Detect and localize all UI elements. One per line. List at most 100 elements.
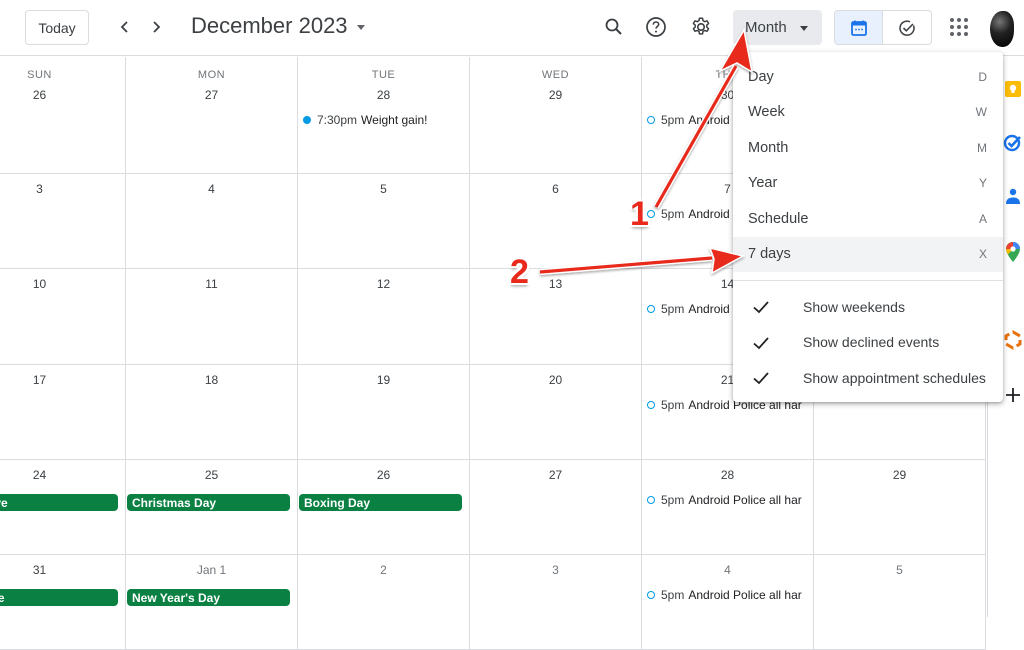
avatar[interactable] — [990, 11, 1014, 47]
event-time: 5pm — [661, 398, 685, 412]
help-button[interactable] — [641, 12, 671, 42]
menu-item-day[interactable]: Day D — [733, 59, 1003, 95]
addon-icon[interactable] — [1003, 330, 1023, 350]
day-number[interactable]: Jan 1 — [126, 563, 297, 577]
menu-divider — [733, 280, 1003, 281]
day-number[interactable]: 28 — [298, 88, 469, 102]
day-number[interactable]: 4 — [126, 182, 297, 196]
day-cell[interactable]: SUN 26 — [0, 57, 126, 174]
day-number[interactable]: 29 — [470, 88, 641, 102]
day-number[interactable]: 27 — [126, 88, 297, 102]
all-day-event[interactable]: Boxing Day — [299, 494, 462, 511]
day-number[interactable]: 11 — [126, 277, 297, 291]
calendar-event[interactable]: 5pm Android Police all har — [647, 491, 811, 509]
menu-option-show-appointment-schedules[interactable]: Show appointment schedules — [733, 360, 1003, 396]
day-cell[interactable]: 17 — [0, 365, 126, 460]
apps-grid-icon[interactable] — [948, 16, 970, 38]
menu-item-label: Month — [748, 139, 789, 156]
day-number[interactable]: 5 — [298, 182, 469, 196]
shortcut-key: D — [978, 69, 987, 84]
menu-item-7-days[interactable]: 7 days X — [733, 236, 1003, 272]
settings-button[interactable] — [686, 12, 716, 42]
day-cell[interactable]: MON 27 — [126, 57, 298, 174]
day-number[interactable]: 3 — [470, 563, 641, 577]
maps-icon[interactable] — [1003, 242, 1023, 262]
day-number[interactable]: 31 — [0, 563, 125, 577]
menu-item-label: Schedule — [748, 210, 809, 227]
day-number[interactable]: 5 — [814, 563, 985, 577]
day-cell[interactable]: 6 — [470, 174, 642, 269]
calendar-toggle-button[interactable] — [835, 11, 884, 44]
menu-item-year[interactable]: Year Y — [733, 166, 1003, 202]
day-cell[interactable]: 4 5pm Android Police all har — [642, 555, 814, 650]
day-cell[interactable]: 2 — [298, 555, 470, 650]
day-number[interactable]: 25 — [126, 468, 297, 482]
day-cell[interactable]: 27 — [470, 460, 642, 555]
event-time: 5pm — [661, 207, 685, 221]
day-cell[interactable]: 28 5pm Android Police all har — [642, 460, 814, 555]
day-cell[interactable]: 25 Christmas Day — [126, 460, 298, 555]
day-number[interactable]: 3 — [0, 182, 125, 196]
day-number[interactable]: 12 — [298, 277, 469, 291]
day-number[interactable]: 13 — [470, 277, 641, 291]
day-cell[interactable]: 18 — [126, 365, 298, 460]
day-cell[interactable]: 24 mas Eve — [0, 460, 126, 555]
day-number[interactable]: 17 — [0, 373, 125, 387]
top-bar: Today December 2023 Month — [0, 0, 1024, 56]
day-cell[interactable]: 3 — [0, 174, 126, 269]
day-cell[interactable]: 26 Boxing Day — [298, 460, 470, 555]
day-cell[interactable]: 5 — [298, 174, 470, 269]
all-day-event[interactable]: ar's Eve — [0, 589, 118, 606]
day-cell[interactable]: 11 — [126, 269, 298, 365]
day-cell[interactable]: 12 — [298, 269, 470, 365]
day-number[interactable]: 26 — [0, 88, 125, 102]
menu-option-show-weekends[interactable]: Show weekends — [733, 289, 1003, 325]
day-cell[interactable]: 5 — [814, 555, 986, 650]
day-number[interactable]: 28 — [642, 468, 813, 482]
all-day-event[interactable]: mas Eve — [0, 494, 118, 511]
menu-item-week[interactable]: Week W — [733, 95, 1003, 131]
keep-icon[interactable] — [1003, 79, 1023, 99]
day-number[interactable]: 29 — [814, 468, 985, 482]
day-cell[interactable]: 29 — [814, 460, 986, 555]
day-cell[interactable]: TUE 28 7:30pm Weight gain! — [298, 57, 470, 174]
menu-item-month[interactable]: Month M — [733, 130, 1003, 166]
day-number[interactable]: 26 — [298, 468, 469, 482]
day-cell[interactable]: 10 — [0, 269, 126, 365]
day-cell[interactable]: Jan 1 New Year's Day — [126, 555, 298, 650]
day-cell[interactable]: 19 — [298, 365, 470, 460]
add-icon[interactable] — [1003, 385, 1023, 405]
all-day-event[interactable]: New Year's Day — [127, 589, 290, 606]
menu-item-schedule[interactable]: Schedule A — [733, 201, 1003, 237]
previous-button[interactable] — [113, 14, 137, 40]
today-button[interactable]: Today — [25, 10, 89, 45]
day-cell[interactable]: 31 ar's Eve — [0, 555, 126, 650]
day-number[interactable]: 27 — [470, 468, 641, 482]
day-cell[interactable]: WED 29 — [470, 57, 642, 174]
next-button[interactable] — [144, 14, 168, 40]
day-cell[interactable]: 4 — [126, 174, 298, 269]
calendar-event[interactable]: 5pm Android Police all har — [647, 586, 811, 604]
weekday-label: WED — [541, 69, 570, 81]
day-number[interactable]: 18 — [126, 373, 297, 387]
day-cell[interactable]: 3 — [470, 555, 642, 650]
day-number[interactable]: 2 — [298, 563, 469, 577]
day-number[interactable]: 10 — [0, 277, 125, 291]
day-number[interactable]: 4 — [642, 563, 813, 577]
day-number[interactable]: 6 — [470, 182, 641, 196]
tasks-toggle-button[interactable] — [883, 11, 931, 44]
menu-option-show-declined-events[interactable]: Show declined events — [733, 325, 1003, 361]
day-number[interactable]: 20 — [470, 373, 641, 387]
tasks-icon[interactable] — [1003, 133, 1023, 153]
day-cell[interactable]: 13 — [470, 269, 642, 365]
view-dropdown[interactable]: Month — [733, 10, 822, 45]
contacts-icon[interactable] — [1003, 187, 1023, 207]
page-title[interactable]: December 2023 — [191, 13, 348, 39]
calendar-event[interactable]: 7:30pm Weight gain! — [303, 111, 467, 129]
day-number[interactable]: 19 — [298, 373, 469, 387]
day-number[interactable]: 24 — [0, 468, 125, 482]
title-dropdown-icon[interactable] — [357, 25, 365, 30]
day-cell[interactable]: 20 — [470, 365, 642, 460]
all-day-event[interactable]: Christmas Day — [127, 494, 290, 511]
search-button[interactable] — [599, 12, 629, 42]
